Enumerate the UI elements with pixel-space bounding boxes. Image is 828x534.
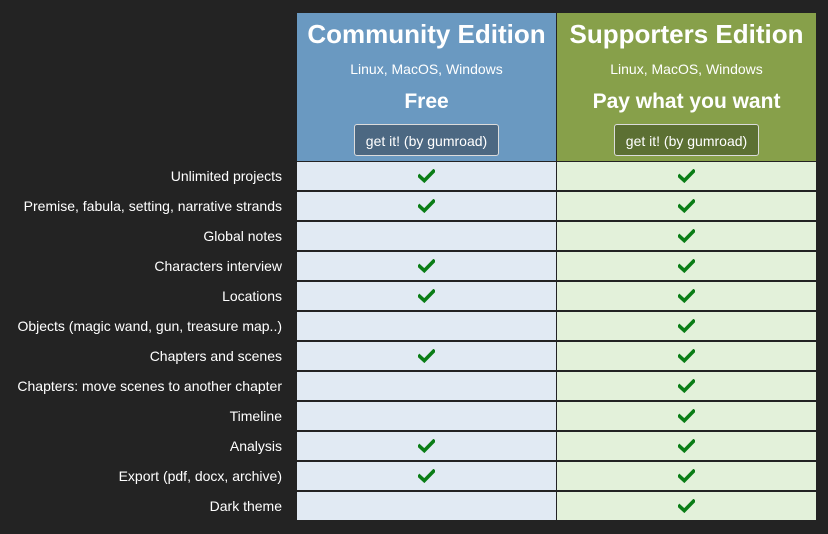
supporters-feature-cell (557, 342, 816, 370)
community-edition-header: Community Edition Linux, MacOS, Windows … (297, 13, 556, 161)
supporters-edition-title: Supporters Edition (569, 19, 804, 49)
community-edition-platforms: Linux, MacOS, Windows (350, 61, 503, 77)
community-feature-cell (297, 312, 556, 340)
community-feature-cell (297, 282, 556, 310)
check-icon (418, 348, 435, 363)
feature-row: Chapters: move scenes to another chapter (0, 372, 828, 400)
supporters-edition-price: Pay what you want (592, 90, 781, 113)
supporters-feature-cell (557, 252, 816, 280)
feature-row: Global notes (0, 222, 828, 250)
check-icon (418, 288, 435, 303)
feature-label: Timeline (229, 408, 282, 424)
community-feature-cell (297, 462, 556, 490)
community-feature-cell (297, 162, 556, 190)
feature-label: Unlimited projects (170, 168, 282, 184)
feature-row: Objects (magic wand, gun, treasure map..… (0, 312, 828, 340)
feature-label: Analysis (229, 438, 282, 454)
community-feature-cell (297, 492, 556, 520)
supporters-feature-cell (557, 432, 816, 460)
feature-row: Analysis (0, 432, 828, 460)
check-icon (678, 408, 695, 423)
feature-row: Chapters and scenes (0, 342, 828, 370)
supporters-feature-cell (557, 372, 816, 400)
community-feature-cell (297, 372, 556, 400)
feature-row: Locations (0, 282, 828, 310)
feature-label: Characters interview (154, 258, 282, 274)
feature-row: Export (pdf, docx, archive) (0, 462, 828, 490)
check-icon (678, 438, 695, 453)
check-icon (678, 228, 695, 243)
community-edition-title: Community Edition (307, 19, 546, 49)
feature-row: Characters interview (0, 252, 828, 280)
community-get-it-button[interactable]: get it! (by gumroad) (353, 124, 500, 156)
check-icon (418, 438, 435, 453)
feature-label: Global notes (203, 228, 282, 244)
supporters-feature-cell (557, 222, 816, 250)
supporters-feature-cell (557, 162, 816, 190)
check-icon (678, 468, 695, 483)
supporters-edition-header: Supporters Edition Linux, MacOS, Windows… (557, 13, 816, 161)
community-feature-cell (297, 402, 556, 430)
feature-label: Export (pdf, docx, archive) (118, 468, 282, 484)
feature-row: Unlimited projects (0, 162, 828, 190)
feature-row: Timeline (0, 402, 828, 430)
check-icon (678, 378, 695, 393)
feature-label: Objects (magic wand, gun, treasure map..… (17, 318, 282, 334)
feature-label: Dark theme (209, 498, 282, 514)
feature-label: Locations (222, 288, 282, 304)
check-icon (678, 348, 695, 363)
feature-label: Chapters: move scenes to another chapter (17, 378, 282, 394)
feature-row: Dark theme (0, 492, 828, 520)
supporters-get-it-button[interactable]: get it! (by gumroad) (613, 124, 760, 156)
supporters-feature-cell (557, 282, 816, 310)
check-icon (418, 258, 435, 273)
community-feature-cell (297, 432, 556, 460)
supporters-feature-cell (557, 192, 816, 220)
supporters-feature-cell (557, 492, 816, 520)
community-feature-cell (297, 342, 556, 370)
check-icon (678, 498, 695, 513)
feature-label: Chapters and scenes (149, 348, 282, 364)
community-feature-cell (297, 252, 556, 280)
check-icon (678, 168, 695, 183)
check-icon (418, 198, 435, 213)
feature-label: Premise, fabula, setting, narrative stra… (23, 198, 282, 214)
check-icon (678, 318, 695, 333)
check-icon (678, 288, 695, 303)
check-icon (418, 468, 435, 483)
supporters-edition-platforms: Linux, MacOS, Windows (610, 61, 763, 77)
check-icon (678, 258, 695, 273)
community-feature-cell (297, 192, 556, 220)
check-icon (418, 168, 435, 183)
community-feature-cell (297, 222, 556, 250)
supporters-feature-cell (557, 312, 816, 340)
community-edition-price: Free (404, 90, 449, 113)
supporters-feature-cell (557, 462, 816, 490)
supporters-feature-cell (557, 402, 816, 430)
check-icon (678, 198, 695, 213)
feature-row: Premise, fabula, setting, narrative stra… (0, 192, 828, 220)
